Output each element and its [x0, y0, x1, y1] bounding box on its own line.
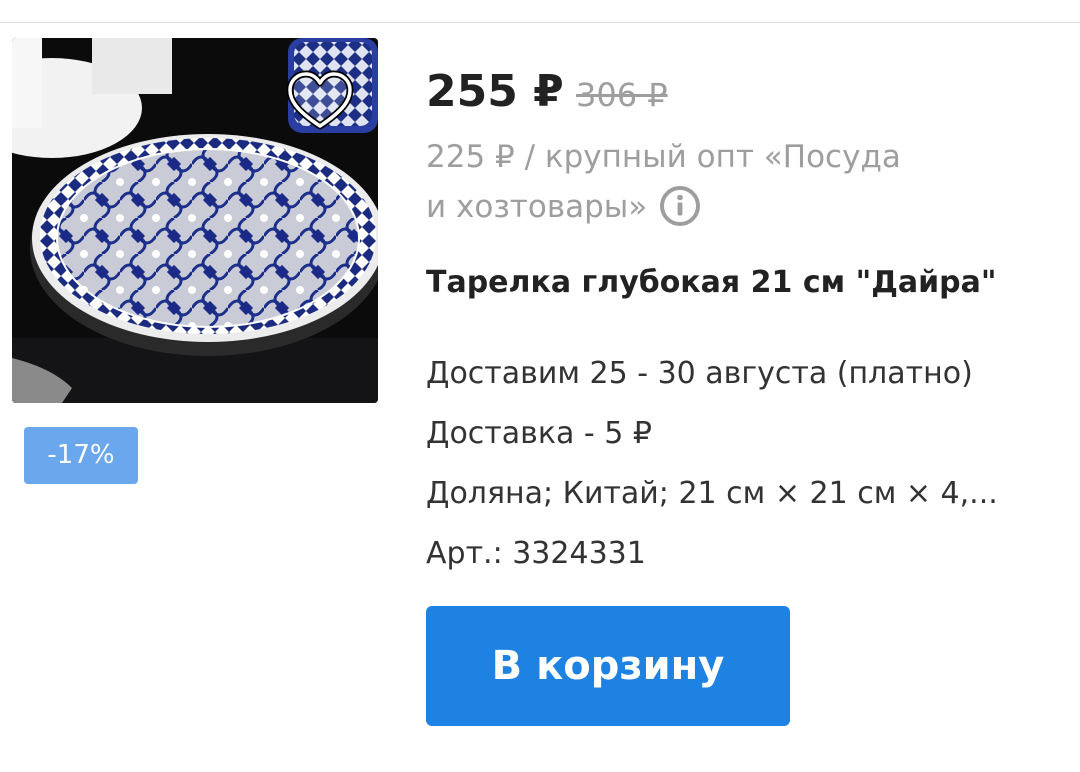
delivery-cost: Доставка - 5 ₽: [426, 416, 652, 451]
delivery-date: Доставим 25 - 30 августа (платно): [426, 356, 973, 391]
add-to-cart-button[interactable]: В корзину: [426, 606, 790, 726]
discount-badge: -17%: [24, 427, 138, 484]
wholesale-text-line2: и хозтовары»: [426, 189, 648, 225]
wholesale-text-line2-wrap: и хозтовары»: [426, 182, 986, 232]
old-price: 306 ₽: [576, 76, 668, 114]
product-card: -17% 255 ₽ 306 ₽ 225 ₽ / крупный опт «По…: [0, 0, 1080, 772]
product-details: Доставим 25 - 30 августа (платно) Достав…: [426, 344, 1066, 584]
info-icon: [660, 185, 701, 226]
current-price: 255 ₽: [426, 66, 564, 117]
product-specs: Доляна; Китай; 21 см × 21 см × 4,...: [426, 476, 998, 511]
product-title[interactable]: Тарелка глубокая 21 см "Дайра": [426, 262, 1066, 304]
wholesale-price: 225 ₽ / крупный опт «Посуда и хозтовары»: [426, 132, 986, 232]
top-divider: [0, 22, 1080, 23]
favorite-button[interactable]: [286, 70, 354, 132]
info-button[interactable]: [659, 185, 701, 227]
article-number: Арт.: 3324331: [426, 536, 646, 571]
wholesale-text-line1: 225 ₽ / крупный опт «Посуда: [426, 139, 901, 175]
heart-icon: [286, 70, 354, 130]
